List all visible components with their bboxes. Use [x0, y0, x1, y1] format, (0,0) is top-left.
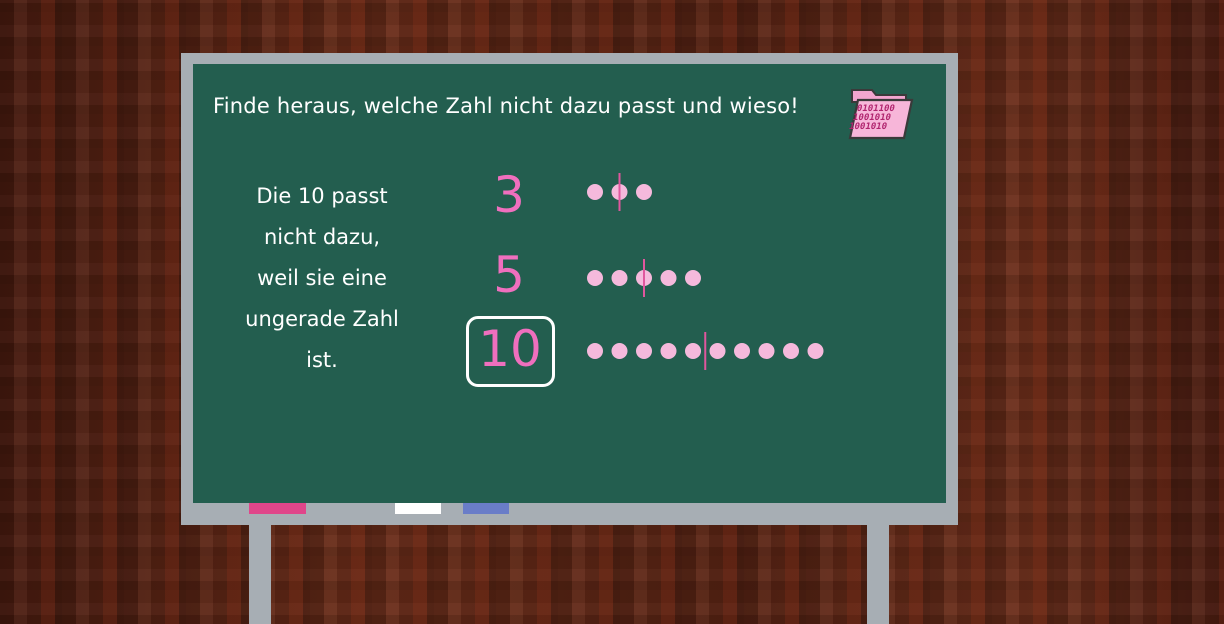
- number-option-10[interactable]: 10: [468, 324, 552, 374]
- number-option-3[interactable]: 3: [480, 170, 538, 220]
- explanation-line: ist.: [306, 348, 338, 372]
- explanation-line: weil sie eine: [257, 266, 387, 290]
- number-option-5[interactable]: 5: [480, 250, 538, 300]
- white-chalk[interactable]: [395, 503, 441, 514]
- board-stand-leg-left: [249, 520, 271, 624]
- blue-chalk[interactable]: [463, 503, 509, 514]
- folder-binary-line-3: 1001010: [848, 122, 888, 132]
- binary-folder-icon[interactable]: 0101100 1001010 1001010: [846, 84, 914, 142]
- task-title: Finde heraus, welche Zahl nicht dazu pas…: [213, 94, 799, 118]
- board-stand-leg-right: [867, 520, 889, 624]
- explanation-line: nicht dazu,: [263, 225, 381, 249]
- pink-chalk[interactable]: [249, 503, 306, 514]
- explanation-line: ungerade Zahl: [245, 307, 399, 331]
- explanation-line: Die 10 passt: [256, 184, 388, 208]
- explanation-text: Die 10 passt nicht dazu, weil sie eine u…: [222, 176, 422, 381]
